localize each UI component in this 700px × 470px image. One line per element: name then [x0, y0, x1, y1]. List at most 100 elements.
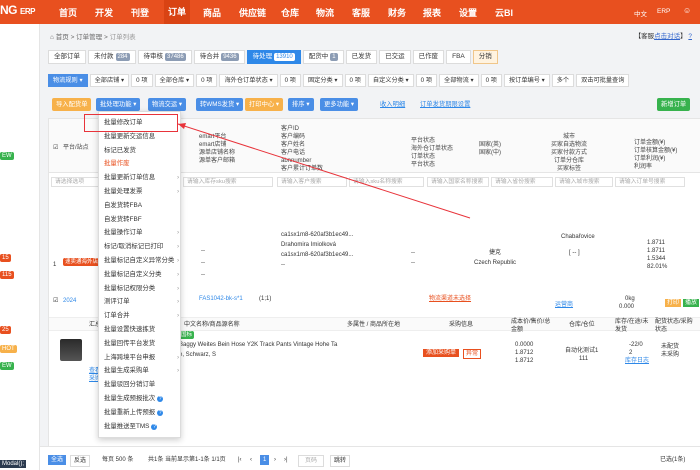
- nav-item[interactable]: 财务: [388, 6, 406, 19]
- language-select[interactable]: 中文: [634, 8, 647, 18]
- nav-item[interactable]: 开发: [95, 6, 113, 19]
- breadcrumb-home[interactable]: 首页: [56, 34, 69, 41]
- menu-item[interactable]: 批量重新上传预报?: [104, 408, 164, 418]
- tab[interactable]: 待审核 37486: [137, 50, 192, 64]
- search-country-input[interactable]: 请输入国家名称搜索: [427, 177, 489, 187]
- logo[interactable]: NG ERP: [0, 3, 35, 17]
- tab[interactable]: 配货中 1: [302, 50, 344, 64]
- menu-item[interactable]: 批量生成采购单 ›: [104, 366, 179, 376]
- menu-item[interactable]: 订单合并 ›: [104, 311, 179, 321]
- search-province-input[interactable]: 请输入省份搜索: [491, 177, 553, 187]
- product-thumbnail[interactable]: [60, 339, 82, 361]
- menu-item[interactable]: 批量标记自定义分类 ›: [104, 270, 179, 280]
- user-icon[interactable]: ☺: [683, 6, 691, 15]
- tab[interactable]: 待处理 13910: [246, 50, 301, 64]
- import-button[interactable]: 导入配货单: [52, 98, 92, 111]
- last-page-button[interactable]: ›|: [284, 456, 288, 464]
- nav-item[interactable]: 首页: [59, 6, 77, 19]
- menu-item[interactable]: 测评订单 ›: [104, 297, 179, 307]
- first-page-button[interactable]: |‹: [238, 456, 242, 464]
- filter-item[interactable]: 0 项: [344, 73, 366, 87]
- filter-item[interactable]: 物流规则 ▾: [48, 73, 88, 87]
- filter-item[interactable]: 全部仓库 ▾: [154, 73, 195, 87]
- home-icon[interactable]: ⌂: [50, 34, 54, 41]
- filter-item[interactable]: 按订单编号 ▾: [503, 73, 550, 87]
- filter-item[interactable]: 固定分类 ▾: [302, 73, 343, 87]
- menu-item[interactable]: 自发货转FBA: [104, 201, 142, 211]
- menu-item[interactable]: 标记已发货: [104, 146, 136, 156]
- filter-item[interactable]: 自定义分类 ▾: [367, 73, 414, 87]
- tab[interactable]: 待合并 9436: [193, 50, 245, 64]
- row-checkbox[interactable]: ☑: [53, 297, 58, 305]
- wms-button[interactable]: 转WMS发货 ▾: [196, 98, 244, 111]
- tab[interactable]: FBA: [446, 50, 471, 64]
- nav-item[interactable]: 商品: [203, 6, 221, 19]
- sort-button[interactable]: 排序 ▾: [288, 98, 314, 111]
- nav-item[interactable]: 订单: [164, 0, 191, 24]
- nav-item[interactable]: 报表: [423, 6, 441, 19]
- filter-item[interactable]: 0 项: [279, 73, 301, 87]
- menu-item[interactable]: 批量更新订单信息 ›: [104, 173, 179, 183]
- nav-item[interactable]: 设置: [459, 6, 477, 19]
- menu-item[interactable]: 自发货转FBF: [104, 215, 142, 225]
- print-badge[interactable]: 打印: [665, 299, 682, 307]
- menu-item[interactable]: 批量处理发票 ›: [104, 187, 179, 197]
- filter-item[interactable]: 0 项: [480, 73, 502, 87]
- carrier-link[interactable]: 运营商: [555, 301, 573, 309]
- menu-item[interactable]: 批量生成预报批次?: [104, 394, 164, 404]
- menu-item[interactable]: 上海跨境平台申报 ›: [104, 353, 179, 363]
- page-number[interactable]: 1: [260, 455, 270, 465]
- menu-item[interactable]: 批量作废: [104, 159, 130, 169]
- search-skuname-input[interactable]: 请输入sku名称搜索: [349, 177, 424, 187]
- tab[interactable]: 已交运: [379, 50, 411, 64]
- logistics-button[interactable]: 物流交运 ▾: [148, 98, 187, 111]
- add-purchase-button[interactable]: 添加采购单: [423, 349, 460, 357]
- deadline-setting-link[interactable]: 订单发货期限设置: [416, 98, 474, 111]
- menu-item[interactable]: 批量驳回分销订单: [104, 380, 155, 390]
- menu-item[interactable]: 批量标记自定义异常分类 ›: [104, 256, 179, 266]
- new-order-button[interactable]: 新增订单: [657, 98, 691, 111]
- play-badge[interactable]: 播放: [683, 299, 700, 307]
- tab[interactable]: 分销: [472, 50, 498, 64]
- nav-item[interactable]: 仓库: [281, 6, 299, 19]
- menu-item[interactable]: 批量更新交运信息: [104, 132, 155, 142]
- prev-page-button[interactable]: ‹: [250, 456, 252, 464]
- filter-item[interactable]: 海外仓订单状态 ▾: [219, 73, 278, 87]
- menu-item[interactable]: 批量设置快速拣货: [104, 325, 155, 335]
- filter-item[interactable]: 双击可批量查询: [576, 73, 630, 87]
- nav-item[interactable]: 物流: [316, 6, 334, 19]
- menu-item[interactable]: 批量回传平台发货: [104, 339, 155, 349]
- filter-item[interactable]: 全部物流 ▾: [439, 73, 479, 87]
- tab[interactable]: 已发货: [345, 50, 378, 64]
- menu-item[interactable]: 标记/取消标记已打印 ›: [104, 242, 179, 252]
- packing-link[interactable]: 收入明细: [376, 98, 409, 111]
- tab[interactable]: 全部订单: [48, 50, 86, 64]
- chat-link[interactable]: 点击对话: [654, 33, 680, 40]
- filter-item[interactable]: 0 项: [131, 73, 153, 87]
- search-order-input[interactable]: 请输入订单号搜索: [615, 177, 685, 187]
- invert-select-button[interactable]: 反选: [70, 455, 91, 467]
- sku-link[interactable]: FAS1042-bk-s*1: [199, 295, 243, 303]
- nav-item[interactable]: 刊登: [131, 6, 149, 19]
- search-city-input[interactable]: 请输入城市搜索: [555, 177, 613, 187]
- menu-item[interactable]: 批量操作订单 ›: [104, 228, 179, 238]
- select-all-button[interactable]: 全选: [48, 455, 67, 465]
- batch-function-button[interactable]: 批处理功能 ▾: [96, 98, 141, 111]
- filter-item[interactable]: 0 项: [196, 73, 218, 87]
- tab[interactable]: 未付款 284: [88, 50, 136, 64]
- menu-item[interactable]: 批量标记权限分类 ›: [104, 284, 179, 294]
- next-page-button[interactable]: ›: [274, 456, 276, 464]
- filter-item[interactable]: 多个: [551, 73, 575, 87]
- print-center-button[interactable]: 打印中心 ▾: [245, 98, 284, 111]
- filter-item[interactable]: 全部店铺 ▾: [89, 73, 130, 87]
- search-customer-input[interactable]: 请输入客户搜索: [277, 177, 347, 187]
- stock-log-link[interactable]: 库存日志: [625, 357, 649, 365]
- menu-item[interactable]: 批量推送至TMS?: [104, 422, 158, 432]
- more-functions-button[interactable]: 更多功能 ▾: [320, 98, 359, 111]
- nav-item[interactable]: 云BI: [495, 6, 513, 19]
- breadcrumb-module[interactable]: 订单管理: [76, 34, 102, 41]
- per-page-select[interactable]: 每页 500 条: [102, 456, 133, 464]
- tab[interactable]: 已作废: [412, 50, 445, 64]
- select-all-checkbox[interactable]: ☑: [53, 144, 58, 152]
- erp-select[interactable]: ERP: [657, 8, 670, 15]
